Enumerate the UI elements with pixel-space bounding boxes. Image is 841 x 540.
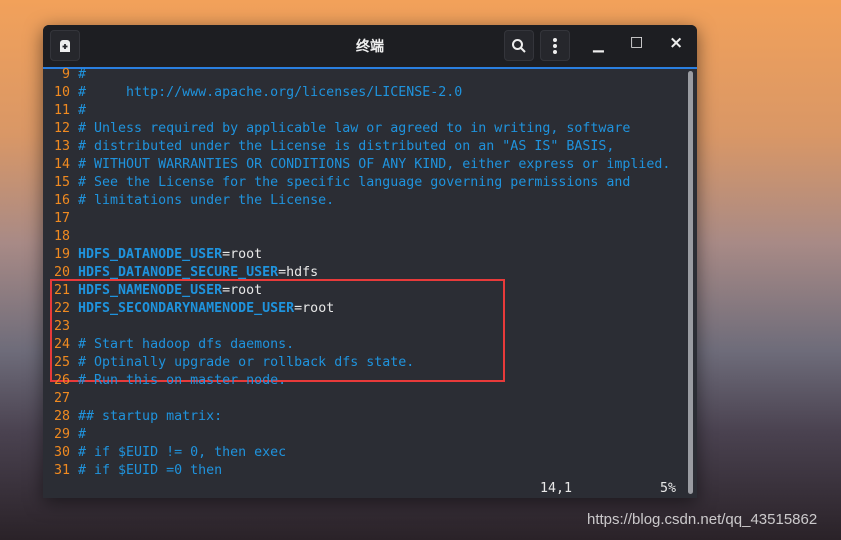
minimize-button[interactable]: ▁	[593, 37, 604, 53]
editor-line: 14 # WITHOUT WARRANTIES OR CONDITIONS OF…	[43, 156, 670, 174]
comment-text: # http://www.apache.org/licenses/LICENSE…	[78, 85, 463, 100]
variable-name: HDFS_DATANODE_USER	[78, 247, 223, 262]
editor-line: 18	[43, 228, 78, 246]
comment-text: # See the License for the specific langu…	[78, 175, 631, 190]
comment-text: # limitations under the License.	[78, 193, 335, 208]
editor-line: 26 # Run this on master node.	[43, 372, 286, 390]
comment-text: #	[78, 103, 87, 118]
terminal-content[interactable]: 14,1 5% 9 #10 # http://www.apache.org/li…	[43, 66, 697, 498]
line-number: 9	[61, 67, 70, 82]
line-number: 16	[53, 193, 70, 208]
watermark: https://blog.csdn.net/qq_43515862	[587, 511, 818, 528]
line-number: 27	[53, 391, 70, 406]
line-number: 18	[53, 229, 70, 244]
line-number: 28	[53, 409, 70, 424]
editor-line: 12 # Unless required by applicable law o…	[43, 120, 630, 138]
scroll-percent: 5%	[660, 481, 677, 496]
editor-line: 16 # limitations under the License.	[43, 192, 334, 210]
minimize-icon: ▁	[593, 37, 604, 53]
line-number: 17	[53, 211, 70, 226]
line-number: 20	[53, 265, 70, 280]
title-bar: 终端 ▁ □ ×	[43, 25, 697, 69]
comment-text: # distributed under the License is distr…	[78, 139, 615, 154]
line-number: 21	[53, 283, 70, 298]
editor-line: 17	[43, 210, 78, 228]
editor-line: 11 #	[43, 102, 86, 120]
variable-name: HDFS_DATANODE_SECURE_USER	[78, 265, 279, 280]
editor-line: 31 # if $EUID =0 then	[43, 462, 222, 480]
close-icon: ×	[669, 33, 684, 53]
line-number: 10	[53, 85, 70, 100]
kebab-menu-icon	[553, 37, 557, 54]
editor-line: 28 ## startup matrix:	[43, 408, 222, 426]
editor-line: 27	[43, 390, 78, 408]
maximize-icon: □	[630, 34, 644, 50]
editor-line: 15 # See the License for the specific la…	[43, 174, 630, 192]
editor-line: 25 # Optinally upgrade or rollback dfs s…	[43, 354, 414, 372]
line-number: 25	[53, 355, 70, 370]
editor-line: 19 HDFS_DATANODE_USER=root	[43, 246, 262, 264]
line-number: 15	[53, 175, 70, 190]
comment-text: # if $EUID =0 then	[78, 463, 223, 478]
menu-button[interactable]	[540, 30, 570, 61]
comment-text: ## startup matrix:	[78, 409, 223, 424]
line-number: 26	[53, 373, 70, 388]
line-number: 24	[53, 337, 70, 352]
variable-name: HDFS_NAMENODE_USER	[78, 283, 223, 298]
close-button[interactable]: ×	[669, 33, 683, 53]
editor-line: 10 # http://www.apache.org/licenses/LICE…	[43, 84, 462, 102]
line-number: 23	[53, 319, 70, 334]
scrollbar[interactable]	[688, 71, 693, 494]
comment-text: # Run this on master node.	[78, 373, 287, 388]
editor-line: 24 # Start hadoop dfs daemons.	[43, 336, 294, 354]
editor-line: 21 HDFS_NAMENODE_USER=root	[43, 282, 262, 300]
editor-line: 29 #	[43, 426, 86, 444]
comment-text: # if $EUID != 0, then exec	[78, 445, 287, 460]
variable-value: =root	[222, 283, 263, 298]
editor-line: 9 #	[43, 66, 86, 84]
variable-value: =root	[294, 301, 335, 316]
cursor-position: 14,1	[540, 481, 573, 496]
editor-line: 13 # distributed under the License is di…	[43, 138, 614, 156]
editor-line: 20 HDFS_DATANODE_SECURE_USER=hdfs	[43, 264, 318, 282]
line-number: 22	[53, 301, 70, 316]
variable-value: =hdfs	[278, 265, 319, 280]
line-number: 14	[53, 157, 70, 172]
search-icon	[512, 38, 526, 53]
line-number: 12	[53, 121, 70, 136]
comment-text: # Unless required by applicable law or a…	[78, 121, 631, 136]
search-button[interactable]	[504, 30, 534, 61]
editor-line: 30 # if $EUID != 0, then exec	[43, 444, 286, 462]
comment-text: #	[78, 427, 87, 442]
maximize-button[interactable]: □	[630, 34, 643, 50]
line-number: 19	[53, 247, 70, 262]
variable-name: HDFS_SECONDARYNAMENODE_USER	[78, 301, 295, 316]
line-number: 13	[53, 139, 70, 154]
terminal-window: 终端 ▁ □ × 14,1 5% 9 #10 # http://www.apac…	[43, 25, 697, 498]
editor-line: 23	[43, 318, 78, 336]
editor-line: 22 HDFS_SECONDARYNAMENODE_USER=root	[43, 300, 334, 318]
line-number: 31	[53, 463, 70, 478]
comment-text: # Optinally upgrade or rollback dfs stat…	[78, 355, 415, 370]
variable-value: =root	[222, 247, 263, 262]
line-number: 30	[53, 445, 70, 460]
line-number: 11	[53, 103, 70, 118]
line-number: 29	[53, 427, 70, 442]
comment-text: # WITHOUT WARRANTIES OR CONDITIONS OF AN…	[78, 157, 671, 172]
comment-text: #	[78, 67, 87, 82]
comment-text: # Start hadoop dfs daemons.	[78, 337, 295, 352]
